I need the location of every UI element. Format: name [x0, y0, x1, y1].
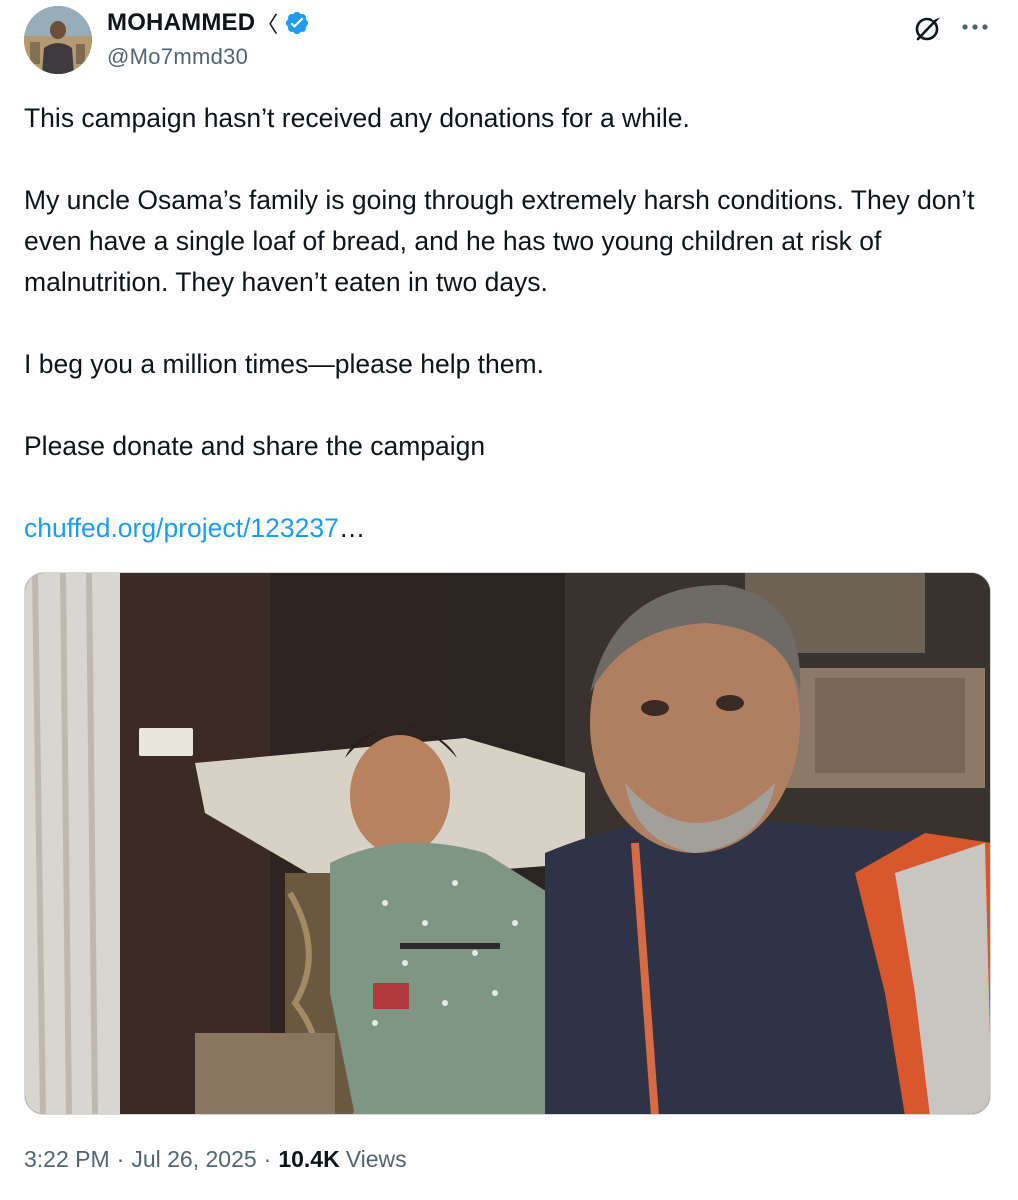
tweet-photo[interactable] — [24, 572, 991, 1115]
tweet-paragraph-4: Please donate and share the campaign — [24, 431, 486, 461]
tweet-text: This campaign hasn’t received any donati… — [24, 98, 984, 549]
views-label: Views — [345, 1146, 407, 1172]
views-count: 10.4K — [278, 1146, 340, 1172]
tweet-date[interactable]: Jul 26, 2025 — [131, 1146, 256, 1173]
campaign-link-ellipsis: … — [338, 513, 366, 543]
tweet-link-row: chuffed.org/project/123237… — [24, 508, 984, 549]
avatar-image — [24, 6, 92, 74]
meta-separator-1: · — [116, 1146, 125, 1172]
tweet-meta: 3:22 PM · Jul 26, 2025 · 10.4K Views — [24, 1146, 407, 1173]
author-avatar[interactable] — [24, 6, 92, 74]
campaign-link[interactable]: chuffed.org/project/123237 — [24, 513, 339, 543]
tweet-card: MOHAMMED 〈 @Mo7mmd30 This campaign hasn’… — [0, 0, 1018, 1200]
more-options-icon[interactable] — [958, 10, 992, 44]
author-handle[interactable]: @Mo7mmd30 — [107, 44, 248, 70]
photo-image — [25, 573, 990, 1114]
more-dots-icon — [962, 24, 988, 30]
author-name-row[interactable]: MOHAMMED 〈 — [107, 8, 310, 38]
grok-icon[interactable] — [912, 12, 944, 44]
verified-badge-icon[interactable] — [284, 10, 310, 36]
tweet-paragraph-3: I beg you a million times—please help th… — [24, 349, 544, 379]
tweet-time[interactable]: 3:22 PM — [24, 1146, 110, 1173]
meta-separator-2: · — [263, 1146, 272, 1172]
tweet-paragraph-1: This campaign hasn’t received any donati… — [24, 103, 690, 133]
author-name-glyph: 〈 — [256, 12, 279, 37]
author-display-name[interactable]: MOHAMMED — [107, 9, 255, 37]
tweet-paragraph-2: My uncle Osama’s family is going through… — [24, 185, 975, 297]
